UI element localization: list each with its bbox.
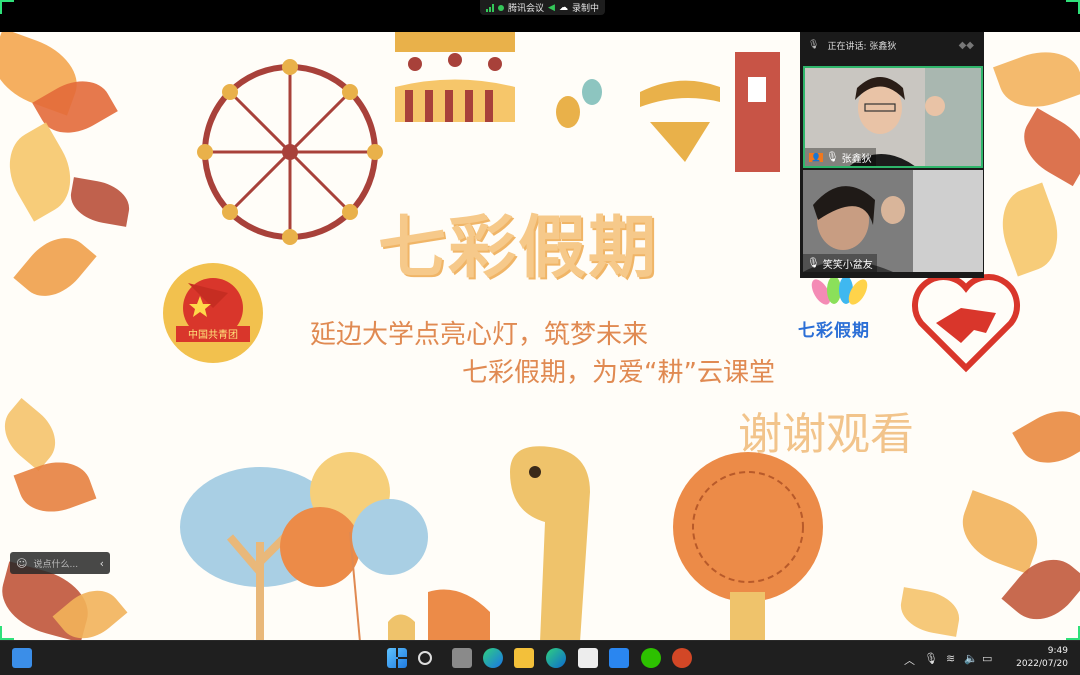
edge-browser-icon[interactable] <box>483 648 503 668</box>
tray-mic-icon[interactable]: 🎙 <box>924 652 938 665</box>
tray-chevron-icon[interactable]: ︿ <box>904 652 915 668</box>
bunting-illustration <box>640 52 780 172</box>
host-icon: 👤 <box>809 152 823 162</box>
participant-name: 张鑫狄 <box>841 153 872 165</box>
leaf-decoration <box>0 397 68 472</box>
system-clock[interactable]: 9:49 2022/07/20 <box>998 645 1068 671</box>
screen-share-corner <box>1066 0 1080 14</box>
colorful-logo-text: 七彩假期 <box>798 321 870 341</box>
leaf-decoration <box>1012 397 1080 477</box>
collapse-chevron-icon[interactable]: ‹ <box>100 557 104 570</box>
participant-mic-icon: 🎙 <box>825 151 839 163</box>
participant-2-namebar: 🎙 笑笑小盆友 <box>803 254 877 272</box>
participant-name: 笑笑小盆友 <box>822 259 873 271</box>
video-tile-participant-2[interactable]: 🎙 笑笑小盆友 <box>803 170 983 272</box>
leaf-decoration <box>1012 107 1080 187</box>
store-icon[interactable] <box>578 648 598 668</box>
balloon-illustration <box>556 79 602 128</box>
leaf-decoration <box>990 182 1070 277</box>
meeting-app-name: 腾讯会议 <box>508 4 545 14</box>
task-view-icon[interactable] <box>452 648 472 668</box>
leaf-decoration <box>896 587 964 637</box>
wifi-icon[interactable]: ≋ <box>946 652 955 665</box>
search-icon[interactable] <box>418 651 432 665</box>
badge-text: 中国共青团 <box>188 328 238 341</box>
meeting-status-pill[interactable]: 腾讯会议 ◀ ☁ 录制中 <box>480 0 605 15</box>
chat-placeholder: 说点什么... <box>33 559 79 570</box>
widgets-icon[interactable] <box>12 648 32 668</box>
video-tile-participant-1[interactable]: 👤 🎙 张鑫狄 <box>803 66 983 168</box>
speaking-indicator: 🎙 正在讲话: 张鑫狄 ◆◆ <box>800 32 984 58</box>
battery-icon[interactable]: ▭ <box>982 652 992 665</box>
start-icon[interactable] <box>387 648 407 668</box>
meeting-app-taskbar-icon[interactable] <box>609 648 629 668</box>
leaf-decoration <box>0 122 86 222</box>
volume-icon[interactable]: 🔈 <box>964 652 978 665</box>
participant-mic-icon: 🎙 <box>807 257 820 269</box>
wechat-icon[interactable] <box>641 648 661 668</box>
recording-label: 录制中 <box>571 4 599 14</box>
leaf-decoration <box>13 224 97 310</box>
slide-subtitle-line-1: 延边大学点亮心灯，筑梦未来 <box>310 320 649 350</box>
taskbar: ︿ 🎙 ≋ 🔈 ▭ 9:49 2022/07/20 <box>0 640 1080 675</box>
participant-1-namebar: 👤 🎙 张鑫狄 <box>805 148 876 166</box>
speaker-icon: ◀ <box>548 2 555 13</box>
edge-alt-icon[interactable] <box>546 648 566 668</box>
signal-icon <box>486 3 494 12</box>
slide-subtitle-line-2: 七彩假期，为爱“耕”云课堂 <box>462 358 775 388</box>
grid-view-icon[interactable]: ◆◆ <box>959 40 974 51</box>
leaf-decoration <box>66 177 134 227</box>
colorful-petal-logo <box>811 276 868 305</box>
screen-share-corner <box>0 0 14 14</box>
emoji-icon[interactable]: ☺ <box>16 557 27 570</box>
youth-league-badge: 中国共青团 <box>163 263 263 363</box>
leaf-decoration <box>952 490 1048 574</box>
screen-share-corner <box>0 626 14 640</box>
meeting-top-bar: 腾讯会议 ◀ ☁ 录制中 <box>0 0 1080 32</box>
cloud-record-icon: ☁ <box>558 2 568 13</box>
clock-time: 9:49 <box>1047 646 1068 656</box>
slide-title: 七彩假期 <box>378 208 659 288</box>
bottom-illustration <box>180 446 823 640</box>
ferris-wheel-illustration <box>197 59 383 245</box>
screen-share-corner <box>1066 626 1080 640</box>
meeting-app-icon <box>498 4 504 11</box>
file-explorer-icon[interactable] <box>514 648 534 668</box>
clock-date: 2022/07/20 <box>1016 659 1068 669</box>
chat-input-pill[interactable]: ☺ 说点什么... ‹ <box>10 552 110 574</box>
video-panel: 🎙 正在讲话: 张鑫狄 ◆◆ 👤 🎙 张鑫狄 🎙 笑笑小盆友 <box>800 32 984 278</box>
heart-handshake-icon <box>912 274 1020 373</box>
microphone-icon: 🎙 <box>808 40 820 50</box>
carousel-illustration <box>395 32 515 122</box>
screen: 腾讯会议 ◀ ☁ 录制中 中国共青团 七彩假期 延边大学点亮心灯，筑梦未来 七彩… <box>0 0 1080 675</box>
leaf-decoration <box>13 451 97 523</box>
speaking-label: 正在讲话: 张鑫狄 <box>827 41 897 52</box>
powerpoint-icon[interactable] <box>672 648 692 668</box>
